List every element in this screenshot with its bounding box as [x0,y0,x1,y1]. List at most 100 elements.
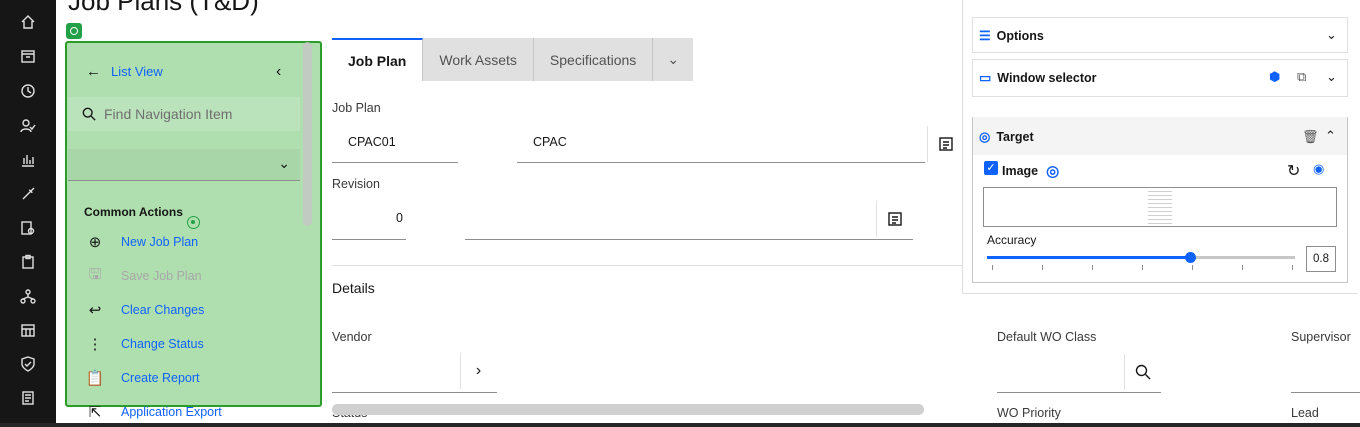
revision-underline [332,239,406,240]
calendar-grid-icon[interactable] [8,316,48,344]
document-icon[interactable] [8,384,48,412]
long-description-icon[interactable] [927,126,963,162]
undo-icon: ↩ [88,302,102,319]
revision-desc-underline [465,239,913,240]
slider-tick [1192,265,1193,270]
eye-icon[interactable]: ◉ [1313,161,1324,177]
search-doc-icon[interactable] [8,214,48,242]
options-label: Options [996,29,1044,43]
action-label: Application Export [121,405,222,419]
nav-search-input[interactable]: Find Navigation Item [68,97,300,131]
image-option: Image ◎ [1002,162,1065,180]
slider-tick [1242,265,1243,270]
clear-changes-action[interactable]: ↩ Clear Changes [86,301,205,319]
accuracy-slider[interactable] [987,252,1295,263]
save-icon: 🖫 [88,265,102,283]
vendor-field[interactable] [332,392,497,393]
calendar-icon[interactable] [8,42,48,70]
change-status-action[interactable]: ⋮ Change Status [86,335,204,353]
image-target-icon[interactable]: ◎ [1046,162,1059,180]
sliders-icon: ☰ [979,28,991,43]
job-plan-label: Job Plan [332,101,381,115]
tab-more-chevron-icon[interactable]: ⌄ [653,38,694,81]
tab-job-plan[interactable]: Job Plan [332,38,424,81]
image-label: Image [1002,164,1039,178]
arrow-left-icon: ← [86,63,101,80]
slider-tick [1092,265,1093,270]
tab-bar: Job Plan Work Assets Specifications ⌄ [332,38,694,81]
collapse-panel-chevron-icon[interactable]: ‹ [276,63,281,81]
application-export-action[interactable]: ⇱ Application Export [86,403,222,421]
wo-class-search-icon[interactable] [1124,354,1160,390]
search-icon [82,107,96,121]
network-icon[interactable] [8,283,48,311]
chart-icon[interactable] [8,146,48,174]
options-header[interactable]: ☰ Options [979,28,1044,44]
accuracy-label: Accuracy [987,233,1037,247]
status-icon: ⋮ [87,336,103,353]
slider-tick [1142,265,1143,270]
action-label: Clear Changes [121,303,205,317]
revision-long-description-icon[interactable] [876,201,912,237]
revision-field[interactable]: 0 [396,211,403,225]
export-icon: ⇱ [88,404,102,421]
options-chevron-down-icon[interactable]: ⌄ [1326,27,1337,43]
page-title: Job Plans (T&D) [68,0,259,16]
default-wo-class-field[interactable] [997,392,1161,393]
vendor-chevron-right-icon[interactable]: › [460,353,496,389]
rocket-icon[interactable] [8,180,48,208]
description-underline [517,162,925,163]
copy-icon[interactable]: ⧉ [1297,69,1306,85]
home-icon[interactable] [8,8,48,36]
clipboard-icon[interactable] [8,248,48,276]
tab-specifications[interactable]: Specifications [533,38,654,81]
new-job-plan-action[interactable]: ⊕ New Job Plan [86,233,198,251]
person-check-icon[interactable] [8,112,48,140]
wo-priority-label: WO Priority [997,406,1061,420]
details-section-title: Details [332,280,375,296]
window-selector-label: Window selector [997,71,1097,85]
chevron-down-icon: ⌄ [278,155,290,171]
list-view-link[interactable]: ← List View [86,63,163,80]
job-plan-description-field[interactable]: CPAC [533,135,567,149]
image-thumbnail [1148,188,1172,225]
report-icon: 📋 [85,370,105,387]
lead-label: Lead [1291,406,1319,420]
slider-tick [1042,265,1043,270]
horizontal-scrollbar[interactable] [332,404,924,415]
slider-tick [1292,265,1293,270]
accuracy-slider-fill [987,256,1191,259]
shield-icon[interactable] [8,350,48,378]
add-circle-icon: ⊕ [88,234,102,251]
create-report-action[interactable]: 📋 Create Report [86,369,200,387]
nav-dropdown[interactable]: ⌄ [68,149,300,181]
nav-scrollbar[interactable] [303,42,312,226]
window-icon: ▭ [979,70,992,85]
supervisor-field[interactable] [1291,392,1360,393]
save-job-plan-action: 🖫 Save Job Plan [86,265,202,285]
target-label: Target [996,130,1034,144]
revision-label: Revision [332,177,380,191]
side-rail [0,0,56,423]
action-label: Change Status [121,337,204,351]
history-icon[interactable] [8,77,48,105]
target-chevron-up-icon[interactable]: ⌃ [1325,128,1336,144]
supervisor-label: Supervisor [1291,330,1351,344]
job-plan-underline [332,162,458,163]
section-divider [332,265,962,266]
app-picker-icon[interactable]: ⬢ [1269,69,1280,85]
nav-search-placeholder: Find Navigation Item [104,106,233,122]
target-header[interactable]: ◎ Target [979,129,1034,145]
action-label: Create Report [121,371,200,385]
refresh-icon[interactable]: ↻ [1287,161,1300,181]
accuracy-input[interactable]: 0.8 [1306,246,1336,272]
window-selector-chevron-down-icon[interactable]: ⌄ [1326,69,1337,85]
tab-work-assets[interactable]: Work Assets [423,38,534,81]
trash-icon[interactable]: 🗑 [1302,129,1319,145]
job-plan-field[interactable]: CPAC01 [348,135,396,149]
vendor-label: Vendor [332,330,372,344]
list-view-label: List View [111,64,163,79]
target-crosshair-icon [187,216,200,229]
window-selector-header[interactable]: ▭ Window selector [979,70,1097,86]
image-checkbox[interactable]: ✓ [984,161,998,175]
